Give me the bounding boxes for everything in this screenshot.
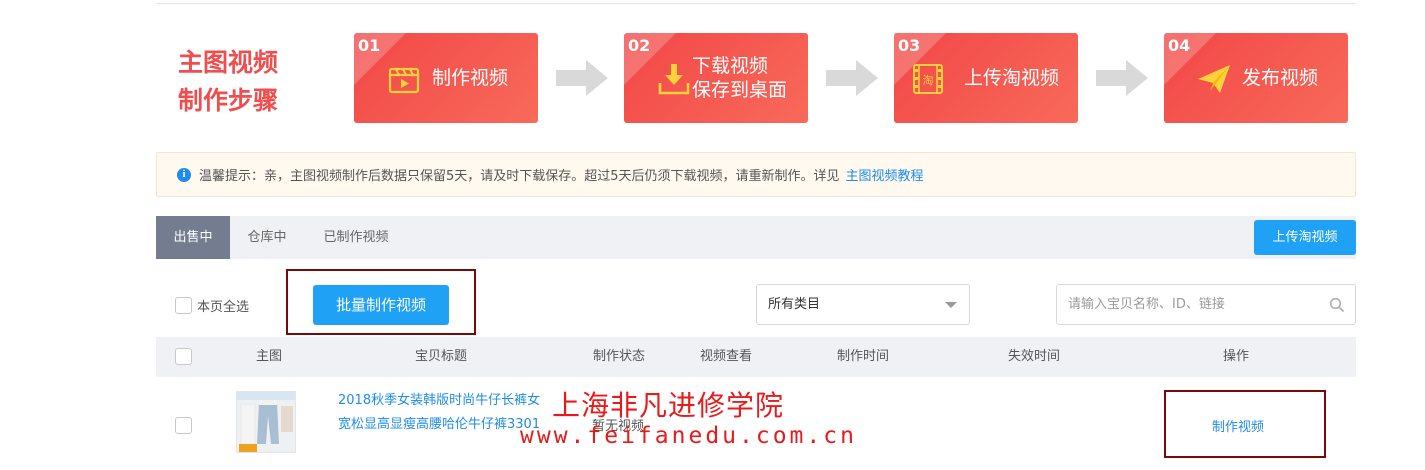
batch-make-video-button[interactable]: 批量制作视频 xyxy=(313,285,449,325)
steps-title: 主图视频 制作步骤 xyxy=(178,44,328,120)
column-header: 操作 xyxy=(1222,349,1249,364)
table-header: 主图 宝贝标题 制作状态 视频查看 制作时间 失效时间 操作 xyxy=(156,337,1356,377)
search-icon[interactable] xyxy=(1329,297,1345,313)
step-card-download-video: 02 下载视频 保存到桌面 xyxy=(624,33,808,123)
step-card-upload-taobao: 03 淘 上传淘视频 xyxy=(894,33,1078,123)
svg-text:淘: 淘 xyxy=(923,74,934,87)
arrow-right-icon xyxy=(556,60,608,96)
checkbox[interactable] xyxy=(175,297,192,314)
tab-made-videos[interactable]: 已制作视频 xyxy=(306,216,406,259)
arrow-right-icon xyxy=(826,60,878,96)
tab-in-warehouse[interactable]: 仓库中 xyxy=(230,216,304,259)
tip-notice: i 温馨提示：亲，主图视频制作后数据只保留5天，请及时下载保存。超过5天后仍须下… xyxy=(156,152,1356,197)
step-label: 上传淘视频 xyxy=(964,33,1059,123)
step-label: 发布视频 xyxy=(1242,33,1318,123)
upload-taobao-video-button[interactable]: 上传淘视频 xyxy=(1254,220,1356,255)
product-title-link[interactable]: 2018秋季女装韩版时尚牛仔长裤女宽松显高显瘦高腰哈伦牛仔裤3301 xyxy=(338,389,548,437)
column-header: 宝贝标题 xyxy=(414,349,467,364)
search-box xyxy=(1056,284,1356,325)
column-header: 主图 xyxy=(255,349,282,364)
select-all-checkbox[interactable]: 本页全选 xyxy=(175,296,249,315)
step-number: 01 xyxy=(358,36,381,55)
info-icon: i xyxy=(177,167,191,182)
step-number: 03 xyxy=(898,36,921,55)
watermark-url: www.feifanedu.com.cn xyxy=(520,423,857,449)
paper-plane-icon xyxy=(1198,65,1230,93)
category-selected-value: 所有类目 xyxy=(768,297,821,312)
step-card-publish-video: 04 发布视频 xyxy=(1164,33,1348,123)
product-thumbnail[interactable] xyxy=(236,391,296,453)
step-label-line: 发布视频 xyxy=(1242,67,1319,89)
column-header: 失效时间 xyxy=(1007,349,1060,364)
category-dropdown[interactable]: 所有类目 xyxy=(756,284,970,325)
steps-title-line-2: 制作步骤 xyxy=(178,86,279,115)
annotation-frame xyxy=(1164,390,1326,458)
top-divider xyxy=(156,3,1356,4)
tab-on-sale[interactable]: 出售中 xyxy=(156,216,230,259)
step-card-make-video: 01 制作视频 xyxy=(354,33,538,123)
column-header: 制作状态 xyxy=(592,349,645,364)
arrow-right-icon xyxy=(1096,60,1148,96)
download-tray-icon xyxy=(658,64,690,95)
product-image xyxy=(237,392,295,452)
steps-title-line-1: 主图视频 xyxy=(178,48,279,77)
column-header: 制作时间 xyxy=(836,349,889,364)
chevron-down-icon xyxy=(945,302,957,308)
step-label-line: 保存到桌面 xyxy=(692,79,788,101)
step-label: 下载视频 保存到桌面 xyxy=(692,33,787,123)
row-checkbox[interactable] xyxy=(175,417,192,434)
search-input[interactable] xyxy=(1057,285,1327,324)
tutorial-link[interactable]: 主图视频教程 xyxy=(846,165,924,184)
step-label-line: 制作视频 xyxy=(432,67,509,89)
video-clapper-icon xyxy=(388,67,420,94)
header-checkbox[interactable] xyxy=(175,348,192,365)
select-all-label: 本页全选 xyxy=(197,300,250,315)
step-label-line: 上传淘视频 xyxy=(964,67,1060,89)
step-label: 制作视频 xyxy=(432,33,508,123)
step-number: 04 xyxy=(1168,36,1191,55)
column-header: 视频查看 xyxy=(699,349,752,364)
watermark-school-name: 上海非凡进修学院 xyxy=(552,389,785,422)
taobao-film-icon: 淘 xyxy=(913,64,943,94)
notice-text: 温馨提示：亲，主图视频制作后数据只保留5天，请及时下载保存。超过5天后仍须下载视… xyxy=(199,169,840,184)
step-number: 02 xyxy=(628,36,651,55)
step-label-line: 下载视频 xyxy=(692,55,769,77)
tab-bar: 出售中 仓库中 已制作视频 上传淘视频 xyxy=(156,216,1356,259)
